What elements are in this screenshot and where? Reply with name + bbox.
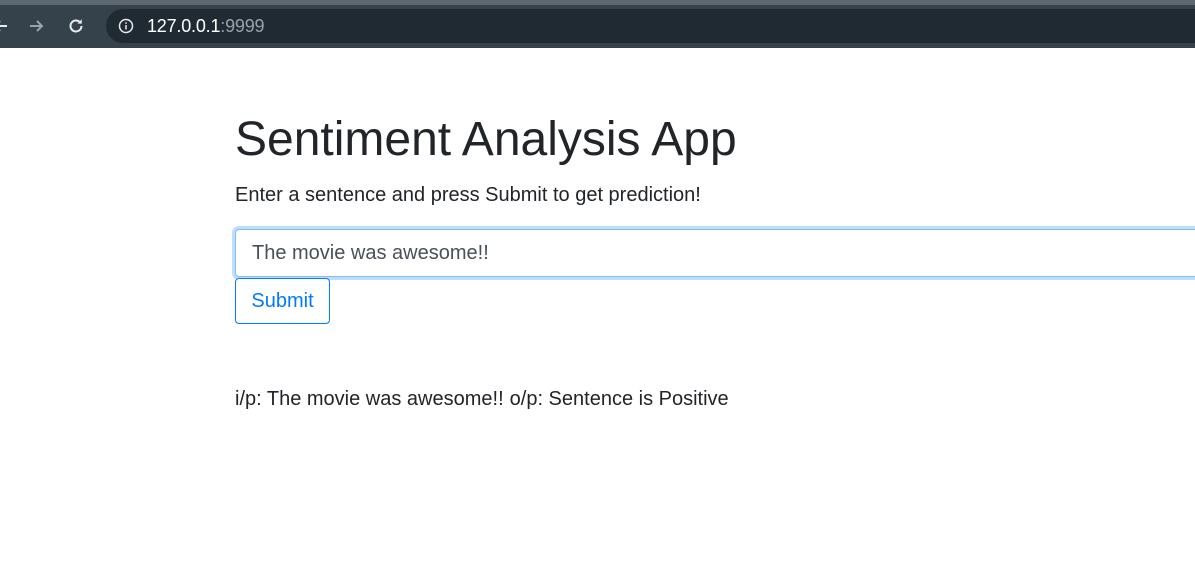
url-port: :9999 <box>220 16 265 36</box>
reload-button[interactable] <box>63 13 89 39</box>
arrow-right-icon <box>30 20 44 32</box>
url-host: 127.0.0.1 <box>147 16 221 36</box>
instruction-text: Enter a sentence and press Submit to get… <box>235 184 701 206</box>
submit-button[interactable]: Submit <box>235 278 330 324</box>
result-input: i/p: The movie was awesome!! <box>235 388 504 410</box>
result-output: o/p: Sentence is Positive <box>509 388 729 410</box>
forward-button[interactable] <box>23 13 49 39</box>
prediction-result: i/p: The movie was awesome!! o/p: Sentenc… <box>235 386 729 412</box>
url-text: 127.0.0.1:9999 <box>147 16 265 36</box>
info-icon[interactable] <box>118 18 134 34</box>
sentence-input[interactable] <box>235 229 1195 277</box>
page-title: Sentiment Analysis App <box>235 113 737 166</box>
arrow-left-icon <box>0 21 7 31</box>
browser-toolbar: 127.0.0.1:9999 <box>0 0 1195 48</box>
back-button[interactable] <box>0 13 14 39</box>
reload-icon <box>69 19 83 33</box>
address-bar[interactable]: 127.0.0.1:9999 <box>106 9 1195 43</box>
